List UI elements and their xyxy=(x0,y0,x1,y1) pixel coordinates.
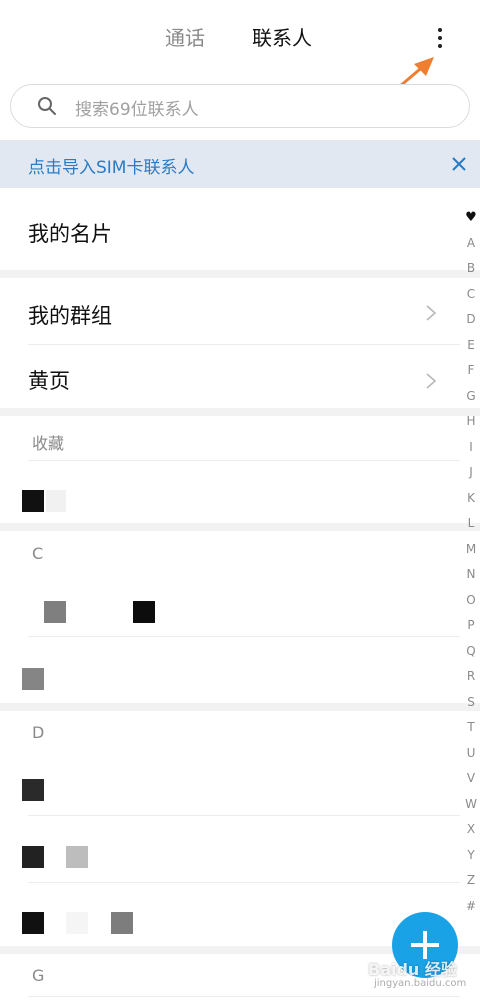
index-letter[interactable]: T xyxy=(462,720,480,734)
divider xyxy=(28,460,460,461)
index-letter[interactable]: M xyxy=(462,542,480,556)
divider xyxy=(28,815,460,816)
my-groups-item[interactable]: 我的群组 xyxy=(28,300,112,330)
more-dot-icon xyxy=(438,44,442,48)
index-letter[interactable]: R xyxy=(462,669,480,683)
index-letter[interactable]: V xyxy=(462,771,480,785)
index-letter[interactable]: S xyxy=(462,695,480,709)
list-item[interactable] xyxy=(0,832,460,882)
more-options-button[interactable] xyxy=(430,24,450,52)
index-letter[interactable]: C xyxy=(462,287,480,301)
redacted-name-icon xyxy=(111,912,133,934)
redacted-name-icon xyxy=(66,846,88,868)
index-letter[interactable]: # xyxy=(462,899,480,913)
redacted-name-icon xyxy=(22,846,44,868)
redacted-name-icon xyxy=(46,490,66,512)
index-letter[interactable]: A xyxy=(462,236,480,250)
list-item[interactable] xyxy=(0,585,460,635)
index-letter[interactable]: G xyxy=(462,389,480,403)
redacted-name-icon xyxy=(22,668,44,690)
watermark-logo: Baidu 经验 xyxy=(368,960,457,979)
redacted-name-icon xyxy=(22,912,44,934)
index-letter[interactable]: D xyxy=(462,312,480,326)
index-letter[interactable]: X xyxy=(462,822,480,836)
index-letter[interactable]: H xyxy=(462,414,480,428)
alphabet-index[interactable]: ♥ A B C D E F G H I J K L M N O P Q R S T U V W X Y Z # xyxy=(462,210,480,920)
my-card-item[interactable]: 我的名片 xyxy=(28,218,112,248)
section-header-d: D xyxy=(32,723,45,742)
chevron-right-icon xyxy=(426,373,437,389)
list-item[interactable] xyxy=(0,765,460,815)
section-header-c: C xyxy=(32,544,44,563)
redacted-name-icon xyxy=(22,490,44,512)
index-letter[interactable]: W xyxy=(462,797,480,811)
index-letter[interactable]: N xyxy=(462,567,480,581)
index-letter[interactable]: Q xyxy=(462,644,480,658)
index-letter[interactable]: U xyxy=(462,746,480,760)
section-gap xyxy=(0,408,480,416)
list-item[interactable] xyxy=(0,470,460,522)
index-letter[interactable]: L xyxy=(462,516,480,530)
redacted-name-icon xyxy=(66,912,88,934)
redacted-name-icon xyxy=(22,779,44,801)
import-sim-text[interactable]: 点击导入SIM卡联系人 xyxy=(28,153,194,178)
chevron-right-icon xyxy=(426,305,437,321)
more-dot-icon xyxy=(438,28,442,32)
section-gap xyxy=(0,523,480,531)
search-placeholder: 搜索69位联系人 xyxy=(75,100,199,120)
divider xyxy=(28,882,460,883)
divider xyxy=(28,344,460,345)
index-letter[interactable]: F xyxy=(462,363,480,377)
close-icon[interactable] xyxy=(448,153,470,175)
tab-calls[interactable]: 通话 xyxy=(165,22,205,51)
index-letter[interactable]: B xyxy=(462,261,480,275)
plus-icon xyxy=(423,931,427,959)
divider xyxy=(28,996,460,997)
index-letter[interactable]: J xyxy=(462,465,480,479)
section-gap xyxy=(0,270,480,278)
watermark-url: jingyan.baidu.com xyxy=(374,978,467,989)
redacted-name-icon xyxy=(44,601,66,623)
index-letter[interactable]: Z xyxy=(462,873,480,887)
search-icon xyxy=(38,97,56,115)
list-item[interactable] xyxy=(0,898,460,946)
divider xyxy=(28,636,460,637)
yellow-pages-item[interactable]: 黄页 xyxy=(28,365,70,395)
favorites-header: 收藏 xyxy=(32,434,65,453)
section-header-g: G xyxy=(32,966,45,985)
import-sim-banner[interactable]: 点击导入SIM卡联系人 xyxy=(0,140,480,188)
index-letter[interactable]: Y xyxy=(462,848,480,862)
index-letter[interactable]: E xyxy=(462,338,480,352)
section-gap xyxy=(0,703,480,711)
search-input[interactable]: 搜索69位联系人 xyxy=(10,84,470,128)
index-letter[interactable]: ♥ xyxy=(462,210,480,225)
index-letter[interactable]: K xyxy=(462,491,480,505)
index-letter[interactable]: I xyxy=(462,440,480,454)
index-letter[interactable]: O xyxy=(462,593,480,607)
list-item[interactable] xyxy=(0,650,460,700)
index-letter[interactable]: P xyxy=(462,618,480,632)
more-dot-icon xyxy=(438,36,442,40)
tab-contacts[interactable]: 联系人 xyxy=(252,22,312,51)
redacted-name-icon xyxy=(133,601,155,623)
